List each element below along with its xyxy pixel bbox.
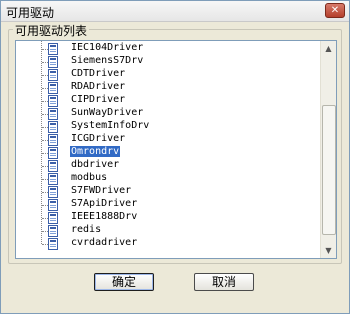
- cancel-button[interactable]: 取消: [194, 273, 254, 291]
- tree-branch-line: [42, 153, 48, 154]
- tree-item-label: IEEE1888Drv: [71, 211, 138, 222]
- tree-connector-line: [41, 41, 42, 244]
- tree-branch-line: [42, 231, 48, 232]
- scroll-down-icon[interactable]: ▼: [322, 244, 335, 257]
- tree-branch-line: [42, 88, 48, 89]
- tree-branch-line: [42, 166, 48, 167]
- tree-branch-line: [42, 244, 48, 245]
- tree-branch-line: [42, 179, 48, 180]
- scroll-up-icon[interactable]: ▲: [322, 42, 335, 55]
- group-title: 可用驱动列表: [13, 22, 90, 39]
- tree-branch-line: [42, 75, 48, 76]
- tree-item-label: CDTDriver: [71, 68, 126, 79]
- tree-item-label: ICGDriver: [71, 133, 126, 144]
- tree-item-label: modbus: [71, 172, 108, 183]
- document-icon: [48, 56, 58, 68]
- document-icon: [48, 108, 58, 120]
- tree-branch-line: [42, 49, 48, 50]
- tree-item-label: S7ApiDriver: [71, 198, 138, 209]
- title-bar[interactable]: 可用驱动 ✕: [1, 1, 349, 22]
- document-icon: [48, 43, 58, 55]
- tree-branch-line: [42, 192, 48, 193]
- document-icon: [48, 95, 58, 107]
- tree-item-label: RDADriver: [71, 81, 126, 92]
- tree-item-label: Omrondrv: [70, 146, 121, 157]
- tree-item-label: dbdriver: [71, 159, 120, 170]
- tree-branch-line: [42, 205, 48, 206]
- tree-item-label: IEC104Driver: [71, 42, 144, 53]
- vertical-scrollbar[interactable]: ▲ ▼: [320, 41, 336, 258]
- scroll-thumb[interactable]: [322, 105, 336, 235]
- tree-branch-line: [42, 62, 48, 63]
- document-icon: [48, 82, 58, 94]
- document-icon: [48, 134, 58, 146]
- document-icon: [48, 121, 58, 133]
- document-icon: [48, 173, 58, 185]
- tree-item-label: S7FWDriver: [71, 185, 132, 196]
- document-icon: [48, 186, 58, 198]
- tree-item-label: redis: [71, 224, 102, 235]
- document-icon: [48, 69, 58, 81]
- document-icon: [48, 199, 58, 211]
- close-button[interactable]: ✕: [325, 3, 345, 18]
- tree-branch-line: [42, 218, 48, 219]
- driver-dialog: 可用驱动 ✕ 可用驱动列表 ▲ ▼ IEC104Driver SiemensS7D…: [0, 0, 350, 314]
- tree-item-label: cvrdadriver: [71, 237, 138, 248]
- driver-list-group: 可用驱动列表 ▲ ▼ IEC104Driver SiemensS7Drv CDTDr…: [8, 22, 342, 264]
- tree-item-label: CIPDriver: [71, 94, 126, 105]
- tree-item-label: SiemensS7Drv: [71, 55, 144, 66]
- tree-branch-line: [42, 127, 48, 128]
- document-icon: [48, 225, 58, 237]
- ok-button[interactable]: 确定: [94, 273, 154, 291]
- window-title: 可用驱动: [6, 6, 55, 20]
- document-icon: [48, 147, 58, 159]
- tree-item-label: SunWayDriver: [71, 107, 144, 118]
- driver-tree[interactable]: ▲ ▼ IEC104Driver SiemensS7Drv CDTDriver RDA…: [15, 40, 337, 259]
- document-icon: [48, 238, 58, 250]
- document-icon: [48, 212, 58, 224]
- tree-branch-line: [42, 101, 48, 102]
- document-icon: [48, 160, 58, 172]
- tree-branch-line: [42, 140, 48, 141]
- tree-branch-line: [42, 114, 48, 115]
- tree-item-label: SystemInfoDrv: [71, 120, 150, 131]
